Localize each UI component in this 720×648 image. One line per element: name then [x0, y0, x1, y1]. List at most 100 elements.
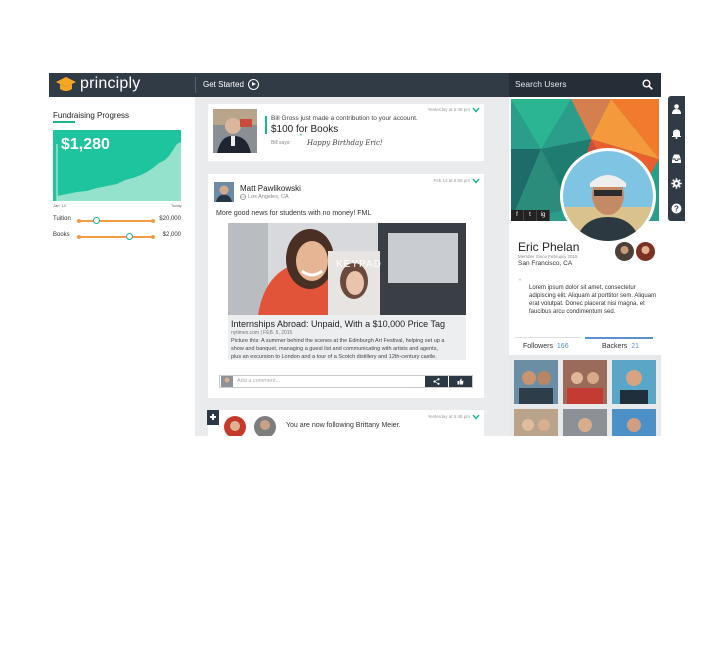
contribution-amount: $100 for Books — [271, 124, 339, 135]
backer-photo[interactable] — [514, 360, 558, 404]
link-title[interactable]: Internships Abroad: Unpaid, With a $10,0… — [231, 319, 445, 329]
chevron-down-icon[interactable] — [472, 107, 480, 113]
tab-count: 21 — [631, 343, 640, 350]
link-desc-line: Picture this: A summer behind the scenes… — [231, 338, 445, 344]
slider-handle[interactable] — [126, 233, 133, 240]
svg-text:?: ? — [674, 204, 679, 213]
backer-photo[interactable] — [563, 360, 607, 404]
search-box[interactable]: Search Users — [509, 73, 661, 97]
share-icon — [433, 378, 440, 385]
globe-icon — [240, 194, 246, 200]
comment-bar: Add a comment... — [219, 375, 473, 388]
image-sign-text: KEYPAD — [336, 259, 382, 270]
backer-photo[interactable] — [514, 409, 558, 436]
tab-followers[interactable]: Followers 166 — [523, 343, 569, 350]
search-input[interactable]: Search Users — [515, 79, 567, 89]
search-icon[interactable] — [642, 79, 653, 90]
top-bar: principly Get Started Search Users — [49, 73, 661, 97]
bell-icon[interactable] — [671, 128, 682, 139]
like-button[interactable] — [449, 376, 472, 387]
gear-icon[interactable] — [671, 178, 682, 189]
title-underline — [53, 121, 75, 123]
contribution-message: Happy Birthday Eric! — [307, 139, 383, 147]
social-links: f t ig — [511, 210, 550, 221]
fundraising-amount: $1,280 — [61, 136, 110, 153]
contribution-card: Yesterday at 5:45 pm Bill Gross just mad… — [208, 104, 484, 161]
link-desc-line: show and banquet, managing a guest list … — [231, 346, 438, 352]
profile-avatar[interactable] — [559, 147, 657, 245]
contribution-accent-bar — [265, 116, 267, 134]
link-desc-line: plus an excursion to London and a tour o… — [231, 354, 437, 360]
tab-line — [515, 337, 581, 338]
profile-location: San Francisco, CA — [518, 260, 573, 267]
slider-value: $2,000 — [162, 232, 181, 238]
slider-label: Tuition — [53, 216, 71, 222]
post-body: More good news for students with no mone… — [216, 210, 372, 217]
fundraising-title: Fundraising Progress — [53, 111, 130, 120]
tab-backers[interactable]: Backers 21 — [602, 343, 639, 350]
slider-end-dot — [151, 235, 155, 239]
bill-gross-avatar[interactable] — [213, 109, 257, 153]
side-toolbar: ? — [668, 96, 685, 221]
active-tab-indicator — [585, 337, 653, 339]
tab-label: Backers — [602, 343, 628, 350]
tuition-slider-row: Tuition $20,000 — [53, 216, 181, 226]
play-icon — [247, 79, 259, 90]
thumbs-up-icon — [457, 378, 464, 385]
help-icon[interactable]: ? — [671, 203, 682, 214]
graduation-cap-icon[interactable] — [56, 76, 76, 94]
backers-grid — [509, 355, 661, 436]
chevron-down-icon[interactable] — [472, 178, 480, 184]
slider-start-dot — [77, 235, 81, 239]
get-started-button[interactable]: Get Started — [203, 79, 259, 90]
bio-line: Lorem ipsum dolor sit amet, consectetur — [529, 285, 636, 291]
card-timestamp: Yesterday at 5:45 pm — [427, 414, 470, 419]
backer-photo[interactable] — [612, 409, 656, 436]
slider-value: $20,000 — [159, 216, 181, 222]
get-started-label: Get Started — [203, 80, 244, 89]
slider-track[interactable] — [77, 220, 153, 222]
instagram-icon[interactable]: ig — [537, 210, 550, 221]
contribution-text: Bill Gross just made a contribution to y… — [271, 115, 418, 122]
facebook-icon[interactable]: f — [511, 210, 524, 221]
connection-avatar[interactable] — [615, 242, 634, 261]
follow-card: Yesterday at 5:45 pm You are now followi… — [208, 410, 484, 436]
backer-photo[interactable] — [563, 409, 607, 436]
backer-photo[interactable] — [612, 360, 656, 404]
chevron-down-icon[interactable] — [472, 414, 480, 420]
app-window: principly Get Started Search Users Fundr… — [49, 73, 661, 436]
connection-avatar[interactable] — [636, 242, 655, 261]
brittany-avatar[interactable] — [224, 416, 246, 436]
profile-name: Eric Phelan — [518, 240, 580, 254]
slider-track[interactable] — [77, 236, 153, 238]
user-avatar[interactable] — [254, 416, 276, 436]
fundraising-chart: $1,280 — [53, 130, 181, 201]
share-button[interactable] — [425, 376, 448, 387]
bio-line: adipiscing elit. Aliquam at porttitor se… — [529, 293, 657, 299]
slider-handle[interactable] — [93, 217, 100, 224]
slider-start-dot — [77, 219, 81, 223]
profile-tabs: Followers 166 Backers 21 — [509, 337, 661, 355]
slider-end-dot — [151, 219, 155, 223]
tab-label: Followers — [523, 343, 553, 350]
bio-line: faucibus arcu condimentum sed. — [529, 309, 616, 315]
comment-input[interactable]: Add a comment... — [237, 378, 280, 384]
matt-avatar[interactable] — [214, 182, 234, 202]
quote-icon: “ — [299, 133, 303, 141]
books-slider-row: Books $2,000 — [53, 232, 181, 242]
chart-x-start: Jan '14 — [53, 203, 66, 208]
link-preview[interactable]: KEYPAD Internships Abroad: Unpaid, With … — [228, 223, 466, 360]
tab-count: 166 — [556, 343, 569, 350]
twitter-icon[interactable]: t — [524, 210, 537, 221]
user-icon[interactable] — [671, 103, 682, 114]
post-author[interactable]: Matt Pawlikowski — [240, 184, 301, 193]
post-location: Los Angeles, CA — [248, 194, 289, 200]
link-source: nytimes.com | FEB. 5, 2015 — [231, 330, 293, 336]
inbox-icon[interactable] — [671, 153, 682, 164]
app-logo-text[interactable]: principly — [80, 75, 141, 93]
card-timestamp: Feb 13 at 8:50 pm — [433, 178, 470, 183]
bio-quote-icon: “ — [518, 278, 522, 286]
card-timestamp: Yesterday at 5:45 pm — [427, 107, 470, 112]
plus-v — [212, 413, 214, 420]
add-bookmark-icon[interactable] — [207, 410, 219, 425]
